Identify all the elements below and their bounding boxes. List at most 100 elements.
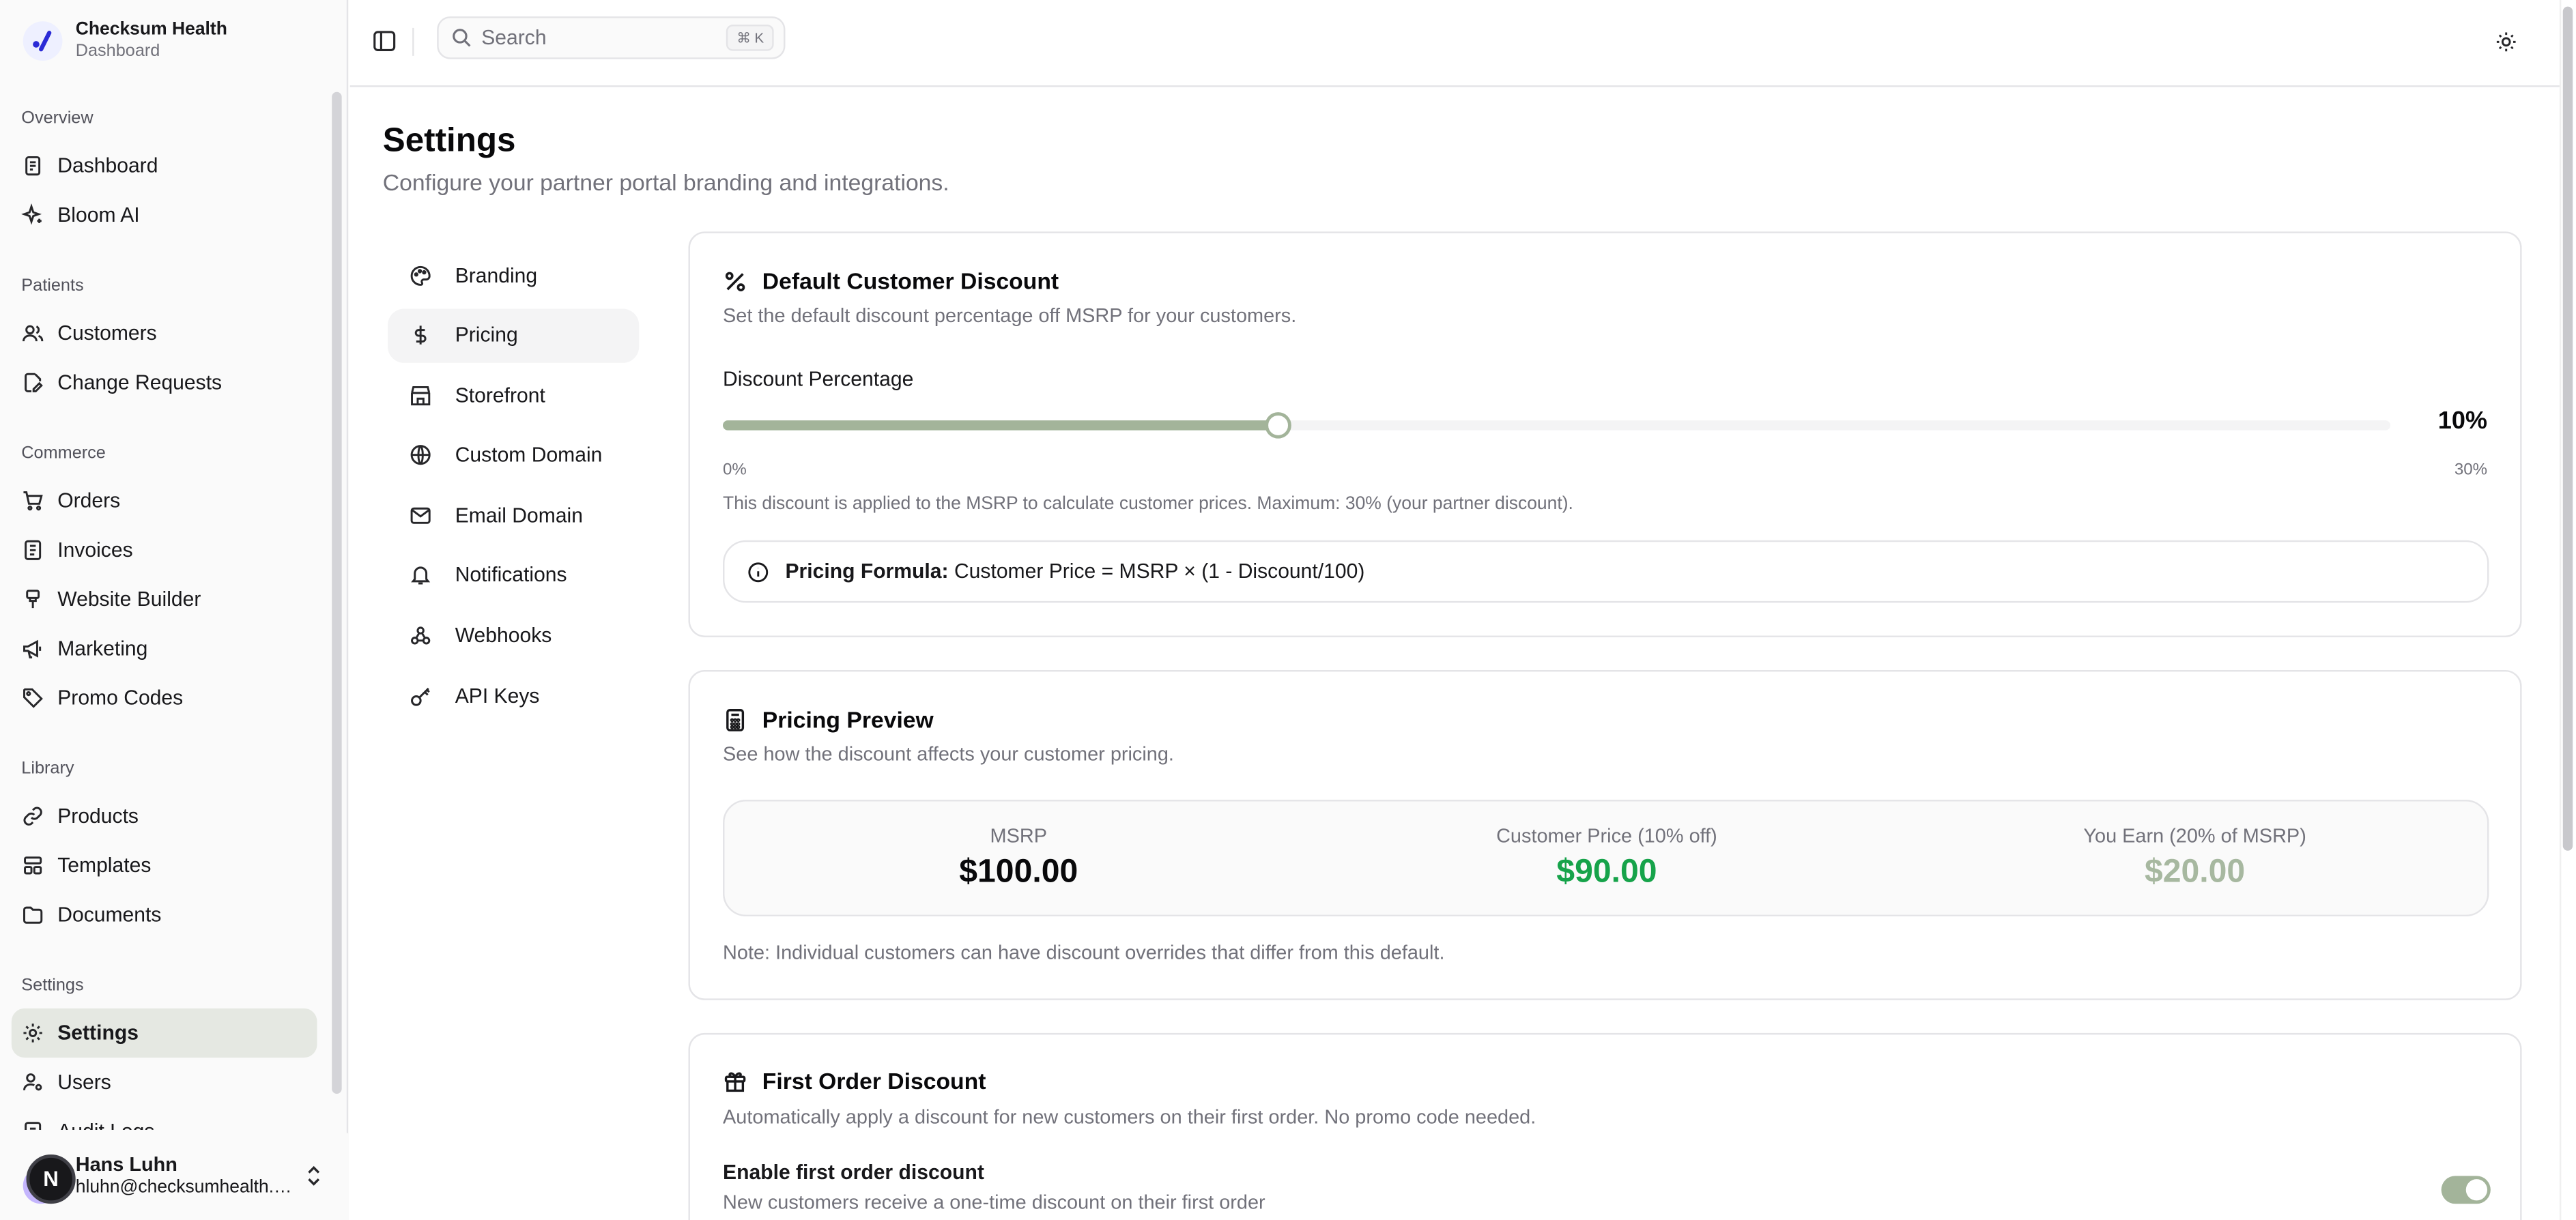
sidebar-item-label: Marketing: [57, 637, 148, 660]
tab-label: Storefront: [455, 383, 545, 407]
tab-custom-domain[interactable]: Custom Domain: [388, 429, 639, 482]
sidebar-item-orders[interactable]: Orders: [12, 476, 317, 525]
sidebar-item-label: Bloom AI: [57, 203, 140, 227]
nav-section-title: Library: [21, 758, 74, 779]
you-earn-stat: You Earn (20% of MSRP) $20.00: [1901, 824, 2489, 895]
avatar: N: [23, 1150, 76, 1204]
user-cog-icon: [23, 1073, 42, 1091]
tab-branding[interactable]: Branding: [388, 248, 639, 302]
stat-value: $90.00: [1556, 854, 1657, 890]
preview-note: Note: Individual customers can have disc…: [723, 941, 1445, 964]
sidebar-item-users[interactable]: Users: [12, 1058, 317, 1107]
slider-fill: [723, 420, 1279, 431]
calculator-icon: [726, 708, 745, 731]
discount-slider[interactable]: [723, 412, 2391, 439]
sidebar-item-label: Website Builder: [57, 587, 201, 611]
sidebar-item-settings[interactable]: Settings: [11, 1008, 317, 1058]
nav-section-title: Overview: [21, 108, 94, 128]
pricing-preview-box: MSRP $100.00 Customer Price (10% off) $9…: [723, 800, 2489, 917]
sidebar-item-label: Settings: [57, 1021, 139, 1045]
sidebar-item-label: Invoices: [57, 538, 133, 562]
webhook-icon: [411, 626, 431, 645]
sidebar-item-label: Documents: [57, 903, 162, 927]
tab-label: Webhooks: [455, 624, 552, 648]
slider-thumb[interactable]: [1265, 412, 1292, 439]
tab-label: Pricing: [455, 323, 518, 347]
avatar-initial: N: [26, 1153, 76, 1204]
stat-value: $20.00: [2144, 854, 2246, 890]
divider: [412, 27, 414, 56]
search-icon: [453, 29, 471, 47]
info-icon: [748, 562, 769, 582]
brand-subtitle: Dashboard: [75, 41, 160, 61]
megaphone-icon: [23, 639, 42, 658]
sidebar-item-dashboard[interactable]: Dashboard: [12, 141, 317, 190]
sidebar-toggle-icon[interactable]: [373, 29, 396, 53]
percent-icon: [725, 271, 745, 291]
sidebar-item-audit-logs[interactable]: Audit Logs: [12, 1107, 317, 1130]
tab-email-domain[interactable]: Email Domain: [388, 489, 639, 542]
sidebar-item-label: Change Requests: [57, 371, 223, 394]
toggle-label: Enable first order discount: [723, 1161, 984, 1185]
tab-notifications[interactable]: Notifications: [388, 549, 639, 602]
card-description: Set the default discount percentage off …: [723, 304, 1297, 327]
brand[interactable]: Checksum Health Dashboard: [23, 20, 227, 63]
sidebar-item-promo-codes[interactable]: Promo Codes: [12, 673, 317, 723]
first-order-toggle[interactable]: [2441, 1176, 2491, 1204]
tab-label: Notifications: [455, 564, 567, 587]
card-title: Pricing Preview: [762, 706, 934, 733]
sidebar-item-bloom-ai[interactable]: Bloom AI: [12, 190, 317, 239]
topbar: Search ⌘ K: [349, 0, 2560, 87]
user-name: Hans Luhn: [75, 1152, 177, 1176]
search-input[interactable]: Search ⌘ K: [437, 16, 786, 59]
page-title: Settings: [382, 121, 516, 160]
page-subtitle: Configure your partner portal branding a…: [382, 169, 949, 196]
sidebar-scrollbar[interactable]: [332, 91, 342, 1094]
sidebar-item-documents[interactable]: Documents: [12, 890, 317, 940]
sidebar-item-label: Customers: [57, 321, 157, 345]
tab-label: API Keys: [455, 684, 540, 708]
stat-value: $100.00: [959, 854, 1078, 890]
sidebar-item-templates[interactable]: Templates: [12, 841, 317, 890]
sidebar-item-products[interactable]: Products: [12, 791, 317, 841]
tab-label: Branding: [455, 263, 538, 287]
user-menu[interactable]: N Hans Luhn hluhn@checksumhealth.com: [0, 1133, 349, 1220]
sidebar-item-change-requests[interactable]: Change Requests: [12, 358, 317, 407]
formula-text: Customer Price = MSRP × (1 - Discount/10…: [954, 560, 1365, 583]
cart-icon: [23, 491, 43, 511]
sidebar-item-marketing[interactable]: Marketing: [12, 624, 317, 673]
brush-icon: [26, 590, 40, 609]
main-scrollbar[interactable]: [2562, 6, 2573, 851]
tab-webhooks[interactable]: Webhooks: [388, 609, 639, 663]
search-placeholder: Search: [481, 26, 547, 50]
theme-toggle-sun-icon[interactable]: [2495, 31, 2517, 53]
card-title: First Order Discount: [762, 1067, 986, 1094]
user-email: hluhn@checksumhealth.com: [75, 1177, 296, 1197]
discount-help-text: This discount is applied to the MSRP to …: [723, 494, 1573, 514]
stat-label: You Earn (20% of MSRP): [2083, 824, 2306, 847]
sidebar-item-invoices[interactable]: Invoices: [12, 525, 317, 575]
users-icon: [22, 325, 44, 342]
nav-section-title: Settings: [21, 975, 84, 996]
sparkles-icon: [21, 203, 42, 225]
stat-label: Customer Price (10% off): [1496, 824, 1717, 847]
sidebar-item-label: Dashboard: [57, 154, 158, 177]
sidebar-item-label: Orders: [57, 489, 121, 512]
settings-subnav: Branding Pricing Storefront Custom Domai…: [388, 248, 640, 729]
tab-pricing[interactable]: Pricing: [388, 308, 640, 362]
dollar-icon: [414, 325, 427, 345]
palette-icon: [410, 265, 431, 285]
sidebar-item-label: Templates: [57, 854, 152, 877]
sidebar-item-website-builder[interactable]: Website Builder: [12, 575, 317, 624]
brand-logo-icon: [23, 21, 63, 61]
mail-icon: [410, 507, 431, 524]
chevron-up-down-icon: [308, 1165, 320, 1186]
globe-icon: [410, 445, 431, 465]
sidebar-item-label: Audit Logs: [57, 1120, 154, 1129]
tab-api-keys[interactable]: API Keys: [388, 669, 639, 723]
sidebar-nav: Overview Dashboard Bloom AI Patients Cus…: [0, 96, 328, 1130]
tab-storefront[interactable]: Storefront: [388, 368, 639, 422]
sidebar-item-customers[interactable]: Customers: [12, 308, 317, 358]
file-icon: [25, 156, 41, 176]
tag-icon: [23, 688, 43, 708]
